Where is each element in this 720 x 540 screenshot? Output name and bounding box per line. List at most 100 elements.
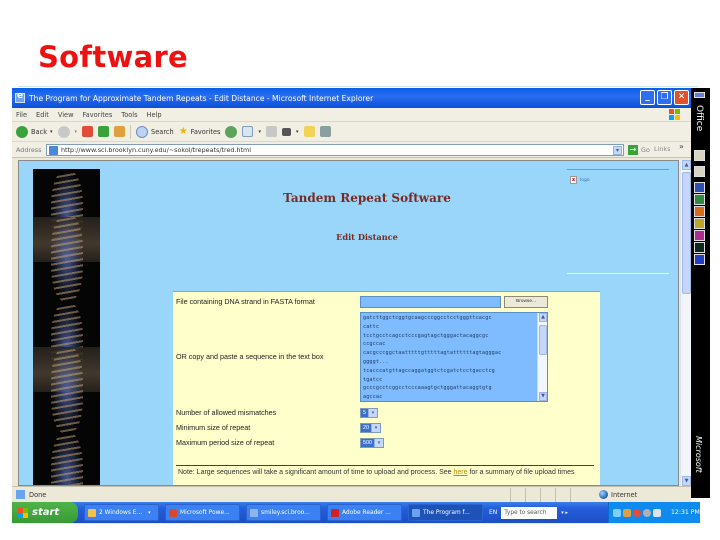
toolbar: Back ▾ ▾ Search ★ Favorites ▾ ▾: [12, 122, 691, 142]
restore-button[interactable]: ❐: [657, 90, 672, 105]
taskbar-item-smiley[interactable]: smiley.sci.broo...: [246, 504, 321, 521]
taskbar: start 2 Windows E... ▾ Microsoft Powe...…: [12, 502, 700, 523]
publisher-icon[interactable]: [694, 254, 705, 265]
menu-bar: File Edit View Favorites Tools Help: [12, 108, 691, 122]
mismatches-select[interactable]: 5 ▾: [360, 408, 378, 418]
upload-times-link[interactable]: here: [454, 469, 468, 476]
scroll-down-icon[interactable]: ▼: [539, 392, 547, 401]
word-icon[interactable]: [694, 182, 705, 193]
address-dropdown-icon[interactable]: ▾: [613, 146, 622, 155]
mismatches-label: Number of allowed mismatches: [176, 408, 277, 417]
slide-divider: [18, 86, 698, 87]
min-size-select[interactable]: 20 ▾: [360, 423, 381, 433]
history-icon[interactable]: [225, 125, 238, 138]
search-button[interactable]: Search: [136, 125, 174, 138]
taskbar-item-internet-explorer[interactable]: The Program f...: [408, 504, 483, 521]
close-button[interactable]: ✕: [674, 90, 689, 105]
office-label: Office: [694, 105, 704, 132]
start-label: start: [32, 507, 60, 518]
page-scrollbar[interactable]: ▲ ▼: [680, 160, 691, 486]
office-bar-menu-icon[interactable]: [694, 92, 705, 98]
file-input[interactable]: [360, 296, 501, 308]
back-label: Back: [31, 127, 48, 136]
excel-icon[interactable]: [694, 194, 705, 205]
page-icon: [49, 146, 58, 155]
open-document-icon[interactable]: [694, 166, 705, 177]
title-bar: The Program for Approximate Tandem Repea…: [12, 88, 691, 108]
security-icon[interactable]: [633, 508, 641, 517]
messenger-icon[interactable]: [319, 126, 331, 137]
menu-view[interactable]: View: [58, 111, 74, 119]
scroll-up-icon[interactable]: ▲: [539, 313, 547, 322]
dna-image: [33, 169, 100, 485]
task-label: Adobe Reader ...: [342, 509, 391, 516]
go-button[interactable]: → Go: [628, 145, 650, 155]
tray-app-icon[interactable]: [623, 508, 631, 517]
address-input[interactable]: http://www.sci.brooklyn.cuny.edu/~sokol/…: [46, 144, 624, 156]
textarea-scrollbar[interactable]: ▲ ▼: [537, 313, 547, 401]
menu-edit[interactable]: Edit: [36, 111, 49, 119]
print-icon[interactable]: [265, 126, 277, 137]
folder-icon[interactable]: [303, 126, 315, 137]
taskbar-search-input[interactable]: Type to search: [501, 506, 558, 519]
min-size-value: 20: [361, 424, 371, 432]
language-indicator[interactable]: EN: [489, 509, 497, 516]
clock[interactable]: 12:31 PM: [671, 509, 700, 516]
scroll-up-icon[interactable]: ▲: [682, 160, 691, 170]
upload-form: File containing DNA strand in FASTA form…: [173, 291, 600, 485]
divider: [567, 169, 669, 170]
home-icon[interactable]: [114, 126, 126, 137]
network-icon[interactable]: [613, 508, 621, 517]
minimize-button[interactable]: _: [640, 90, 655, 105]
outlook-icon[interactable]: [694, 230, 705, 241]
menu-file[interactable]: File: [16, 111, 27, 119]
sequence-textarea[interactable]: gatcttggctcggtgcaagcccggcctcctgggttcacgc…: [360, 312, 548, 402]
task-label: 2 Windows E...: [99, 509, 143, 516]
go-label: Go: [641, 146, 650, 154]
page-subheading: Edit Distance: [336, 232, 398, 242]
screenshot: The Program for Approximate Tandem Repea…: [12, 88, 720, 524]
broken-image-icon: x: [570, 176, 577, 184]
edit-icon[interactable]: [281, 127, 291, 136]
chevron-down-icon: ▾: [374, 439, 383, 447]
taskbar-item-windows-explorer[interactable]: 2 Windows E... ▾: [84, 504, 159, 521]
taskbar-item-adobe-reader[interactable]: Adobe Reader ...: [327, 504, 402, 521]
mail-icon[interactable]: [242, 126, 254, 137]
display-icon[interactable]: [653, 508, 661, 517]
stop-icon[interactable]: [82, 126, 94, 137]
search-icon: [136, 125, 149, 138]
note-text-end: for a summary of file upload times: [467, 469, 575, 476]
back-button[interactable]: Back ▾: [16, 125, 53, 138]
task-label: smiley.sci.broo...: [261, 509, 310, 516]
favorites-button[interactable]: ★ Favorites: [179, 126, 221, 137]
system-tray: 12:31 PM: [608, 502, 700, 523]
powerpoint-icon[interactable]: [694, 206, 705, 217]
scroll-thumb[interactable]: [682, 172, 691, 294]
status-bar: Done Internet: [12, 486, 691, 502]
logo-link[interactable]: x logo: [570, 176, 590, 184]
scroll-thumb[interactable]: [539, 325, 547, 355]
frontpage-icon[interactable]: [694, 242, 705, 253]
menu-tools[interactable]: Tools: [121, 111, 137, 119]
new-document-icon[interactable]: [694, 150, 705, 161]
links-button[interactable]: Links: [654, 145, 670, 153]
menu-favorites[interactable]: Favorites: [82, 111, 112, 119]
tray-app-icon[interactable]: [643, 508, 651, 517]
scroll-down-icon[interactable]: ▼: [682, 476, 691, 486]
zone-label: Internet: [611, 490, 638, 499]
search-options-icon[interactable]: ▾ ▸: [561, 510, 568, 516]
taskbar-item-powerpoint[interactable]: Microsoft Powe...: [165, 504, 240, 521]
windows-logo-icon: [669, 109, 681, 121]
mismatches-value: 5: [361, 409, 368, 417]
max-period-select[interactable]: 500 ▾: [360, 438, 384, 448]
menu-help[interactable]: Help: [147, 111, 162, 119]
browse-button[interactable]: Browse...: [504, 296, 548, 308]
links-more-icon[interactable]: »: [679, 142, 684, 151]
ie-icon: [15, 91, 25, 103]
forward-button[interactable]: [57, 125, 70, 138]
paste-label: OR copy and paste a sequence in the text…: [176, 352, 324, 361]
refresh-icon[interactable]: [98, 126, 110, 137]
max-period-value: 500: [361, 439, 374, 447]
access-icon[interactable]: [694, 218, 705, 229]
start-button[interactable]: start: [12, 502, 78, 523]
